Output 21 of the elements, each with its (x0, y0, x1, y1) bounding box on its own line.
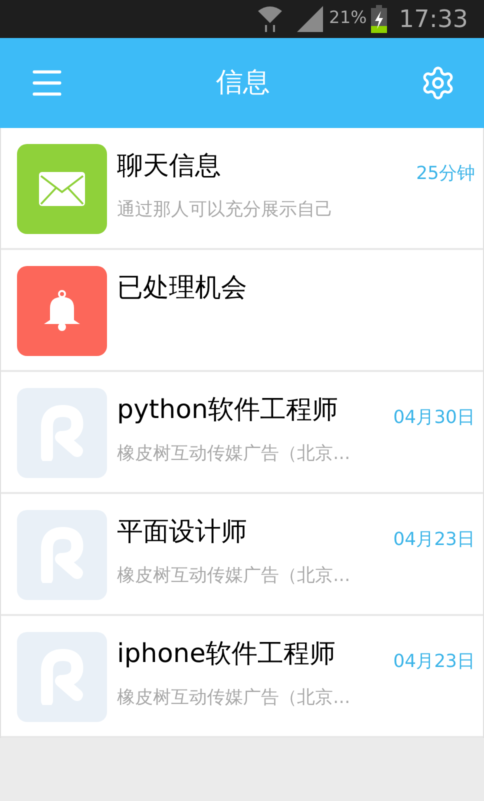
message-title: 平面设计师 (117, 516, 248, 549)
mail-tile-icon (17, 144, 107, 234)
charging-battery-icon (370, 5, 387, 33)
message-time: 25分钟 (416, 162, 475, 186)
message-time: 04月23日 (393, 650, 475, 674)
bell-tile-icon (17, 266, 107, 356)
message-preview: 橡皮树互动传媒广告（北京... (117, 442, 352, 466)
message-preview: 通过那人可以充分展示自己 (117, 198, 334, 222)
message-preview: 橡皮树互动传媒广告（北京... (117, 564, 352, 588)
header-title: 信息 (216, 66, 270, 100)
message-title: python软件工程师 (117, 394, 339, 427)
message-title: 聊天信息 (117, 150, 222, 183)
message-title: iphone软件工程师 (117, 638, 337, 671)
battery-percent: 21% (329, 7, 367, 30)
message-title: 已处理机会 (117, 272, 248, 305)
message-time: 04月23日 (393, 528, 475, 552)
wifi-icon (257, 5, 284, 33)
signal-icon (295, 5, 326, 33)
clock: 17:33 (398, 4, 468, 35)
message-preview: 橡皮树互动传媒广告（北京... (117, 686, 352, 710)
message-time: 04月30日 (393, 406, 475, 430)
